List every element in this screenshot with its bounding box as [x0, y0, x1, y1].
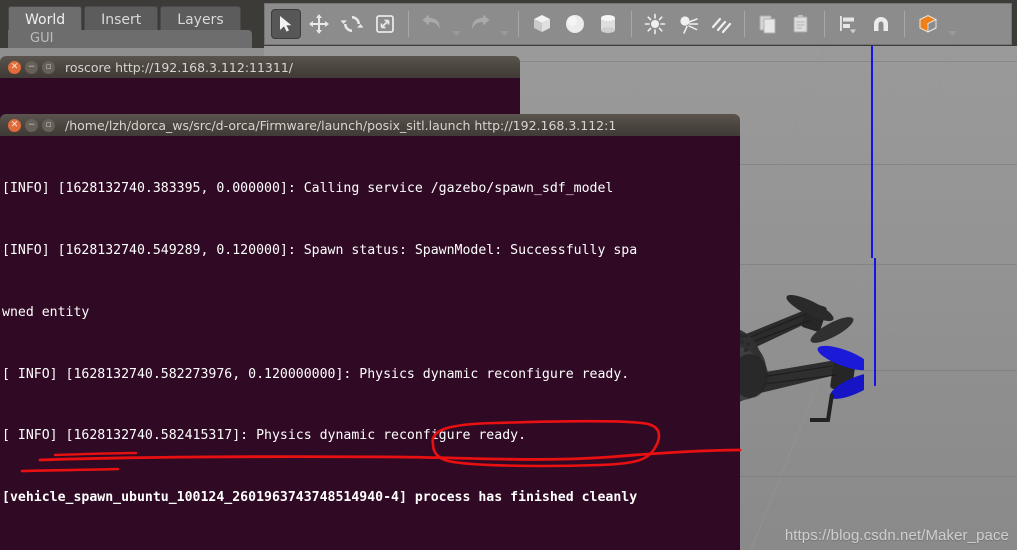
- terminal-output-px4[interactable]: [INFO] [1628132740.383395, 0.000000]: Ca…: [0, 136, 740, 550]
- gazebo-toolbar: [264, 3, 1012, 45]
- terminal-titlebar-px4[interactable]: ✕ − ▫ /home/lzh/dorca_ws/src/d-orca/Firm…: [0, 114, 740, 136]
- spot-light-icon[interactable]: [673, 9, 703, 39]
- paste-icon[interactable]: [786, 9, 816, 39]
- sphere-icon[interactable]: [560, 9, 590, 39]
- cylinder-icon[interactable]: [593, 9, 623, 39]
- scale-icon[interactable]: [370, 9, 400, 39]
- terminal-line: wned entity: [2, 304, 90, 320]
- maximize-button[interactable]: ▫: [42, 60, 55, 74]
- window-controls: ✕ − ▫: [8, 60, 55, 74]
- point-light-icon[interactable]: [640, 9, 670, 39]
- minimize-button[interactable]: −: [25, 60, 38, 74]
- redo-icon[interactable]: [465, 9, 495, 39]
- toolbar-separator: [904, 11, 905, 37]
- terminal-line: [INFO] [1628132740.549289, 0.120000]: Sp…: [2, 242, 638, 258]
- rotate-icon[interactable]: [337, 9, 367, 39]
- terminal-titlebar-roscore[interactable]: ✕ − ▫ roscore http://192.168.3.112:11311…: [0, 56, 520, 78]
- tab-insert[interactable]: Insert: [84, 6, 159, 32]
- tab-world[interactable]: World: [8, 6, 83, 32]
- minimize-button[interactable]: −: [25, 118, 38, 132]
- terminal-title-text-px4: /home/lzh/dorca_ws/src/d-orca/Firmware/l…: [65, 117, 617, 133]
- gazebo-panel-header: GUI: [8, 30, 252, 48]
- toolbar-separator: [744, 11, 745, 37]
- copy-icon[interactable]: [753, 9, 783, 39]
- select-arrow-icon[interactable]: [271, 9, 301, 39]
- close-button[interactable]: ✕: [8, 60, 21, 74]
- terminal-line: [INFO] [1628132740.383395, 0.000000]: Ca…: [2, 181, 614, 197]
- view-cube-caret-icon[interactable]: [946, 11, 958, 37]
- undo-icon[interactable]: [417, 9, 447, 39]
- axis-line-z: [874, 258, 876, 386]
- terminal-window-px4[interactable]: ✕ − ▫ /home/lzh/dorca_ws/src/d-orca/Firm…: [0, 114, 740, 550]
- watermark-url: https://blog.csdn.net/Maker_pace: [784, 527, 1009, 544]
- toolbar-separator: [518, 11, 519, 37]
- terminal-line: [ INFO] [1628132740.582273976, 0.1200000…: [2, 366, 630, 382]
- maximize-button[interactable]: ▫: [42, 118, 55, 132]
- box-icon[interactable]: [527, 9, 557, 39]
- translate-move-icon[interactable]: [304, 9, 334, 39]
- terminal-line: [vehicle_spawn_ubuntu_100124_26019637437…: [2, 490, 638, 506]
- view-cube-icon[interactable]: [913, 9, 943, 39]
- tab-layers[interactable]: Layers: [160, 6, 241, 32]
- gazebo-tab-bar: World Insert Layers: [8, 6, 241, 32]
- screen-root: World Insert Layers GUI https://blog.csd…: [0, 0, 1017, 550]
- terminal-title-text-roscore: roscore http://192.168.3.112:11311/: [65, 59, 294, 75]
- toolbar-separator: [408, 11, 409, 37]
- undo-caret-icon[interactable]: [450, 11, 462, 37]
- snap-magnet-icon[interactable]: [866, 9, 896, 39]
- terminal-line: [ INFO] [1628132740.582415317]: Physics …: [2, 428, 527, 444]
- align-icon[interactable]: [833, 9, 863, 39]
- redo-caret-icon[interactable]: [498, 11, 510, 37]
- axis-line-z: [871, 46, 873, 258]
- close-button[interactable]: ✕: [8, 118, 21, 132]
- directional-light-icon[interactable]: [706, 9, 736, 39]
- window-controls: ✕ − ▫: [8, 118, 55, 132]
- toolbar-separator: [631, 11, 632, 37]
- toolbar-separator: [824, 11, 825, 37]
